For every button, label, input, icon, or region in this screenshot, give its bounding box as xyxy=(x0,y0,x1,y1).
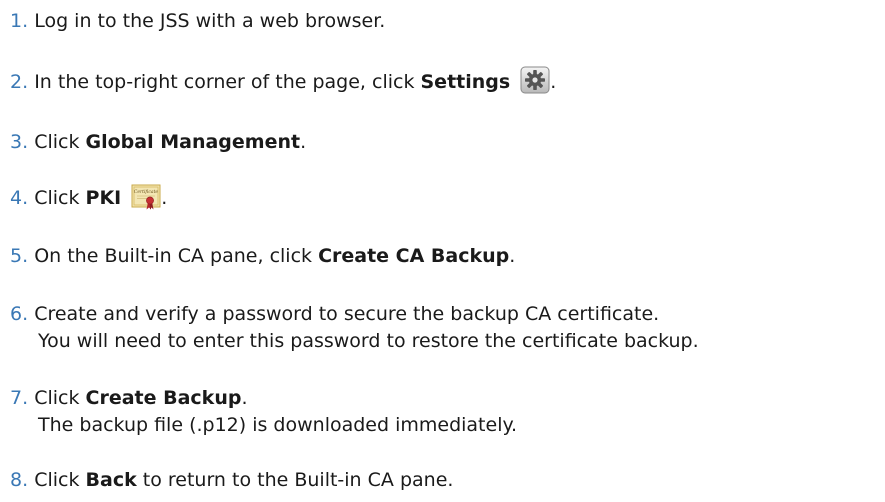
step-7: 7. Click Create Backup. The backup file … xyxy=(10,385,517,439)
step-number: 4. xyxy=(10,187,29,209)
step-text-end: to return to the Built-in CA pane. xyxy=(136,469,454,491)
step-text: Click xyxy=(34,469,86,491)
step-number: 3. xyxy=(10,131,29,153)
step-text: Create and verify a password to secure t… xyxy=(34,303,660,325)
step-number: 7. xyxy=(10,387,29,409)
step-text-end: . xyxy=(161,187,168,209)
step-number: 1. xyxy=(10,10,29,32)
step-number: 5. xyxy=(10,245,29,267)
step-6: 6. Create and verify a password to secur… xyxy=(10,301,699,355)
pki-label: PKI xyxy=(85,187,122,209)
step-number: 8. xyxy=(10,469,29,491)
certificate-icon-text: Certificate xyxy=(134,189,159,195)
step-2: 2. In the top-right corner of the page, … xyxy=(10,66,556,102)
back-label: Back xyxy=(85,469,137,491)
step-3: 3. Click Global Management. xyxy=(10,129,306,156)
step-text: On the Built-in CA pane, click xyxy=(34,245,319,267)
step-text: Click xyxy=(34,387,86,409)
step-text: In the top-right corner of the page, cli… xyxy=(34,71,421,93)
step-text: Click xyxy=(34,131,86,153)
step-text: Log in to the JSS with a web browser. xyxy=(34,10,386,32)
create-ca-backup-label: Create CA Backup xyxy=(318,245,510,267)
step-text-end: . xyxy=(300,131,307,153)
step-subtext: The backup file (.p12) is downloaded imm… xyxy=(38,414,518,436)
step-text-end: . xyxy=(550,71,557,93)
global-management-label: Global Management xyxy=(85,131,301,153)
settings-label: Settings xyxy=(420,71,511,93)
step-number: 6. xyxy=(10,303,29,325)
gear-icon xyxy=(520,66,550,102)
step-text: Click xyxy=(34,187,86,209)
step-text-end: . xyxy=(241,387,248,409)
step-subtext: You will need to enter this password to … xyxy=(38,330,699,352)
step-4: 4. Click PKI Certificate . xyxy=(10,184,167,218)
step-number: 2. xyxy=(10,71,29,93)
step-5: 5. On the Built-in CA pane, click Create… xyxy=(10,243,515,270)
create-backup-label: Create Backup xyxy=(85,387,242,409)
certificate-icon: Certificate xyxy=(131,184,161,218)
step-1: 1. Log in to the JSS with a web browser. xyxy=(10,8,385,35)
step-8: 8. Click Back to return to the Built-in … xyxy=(10,467,453,494)
step-text-end: . xyxy=(509,245,516,267)
